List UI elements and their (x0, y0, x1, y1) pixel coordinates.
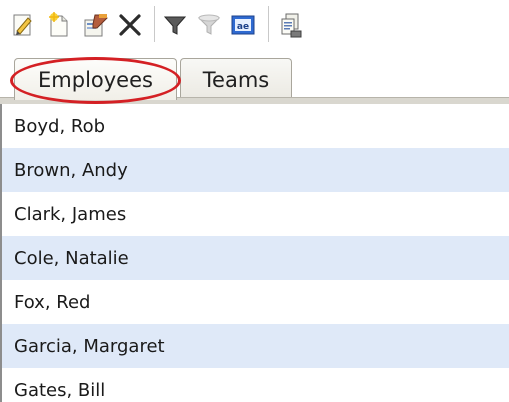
tab-teams[interactable]: Teams (180, 58, 292, 100)
list-item[interactable]: Brown, Andy (2, 148, 509, 192)
svg-text:ae: ae (237, 22, 249, 32)
employee-list: Boyd, Rob Brown, Andy Clark, James Cole,… (0, 104, 509, 402)
list-item[interactable]: Garcia, Margaret (2, 324, 509, 368)
copy-icon[interactable] (276, 10, 306, 40)
new-item-icon[interactable] (44, 10, 74, 40)
toolbar-separator (154, 6, 156, 42)
list-item[interactable]: Clark, James (2, 192, 509, 236)
toolbar: ae (0, 0, 509, 50)
list-item[interactable]: Cole, Natalie (2, 236, 509, 280)
toolbar-separator (268, 6, 270, 42)
filter-icon[interactable] (160, 10, 190, 40)
app-window: ae Employees Teams Boyd, Rob Brown, Andy… (0, 0, 509, 402)
edit-icon[interactable] (8, 10, 38, 40)
properties-icon[interactable] (80, 10, 110, 40)
list-item[interactable]: Boyd, Rob (2, 104, 509, 148)
delete-icon[interactable] (115, 10, 145, 40)
list-item[interactable]: Gates, Bill (2, 368, 509, 402)
text-view-icon[interactable]: ae (228, 10, 258, 40)
clear-filter-icon[interactable] (194, 10, 224, 40)
list-item[interactable]: Fox, Red (2, 280, 509, 324)
tab-employees[interactable]: Employees (14, 58, 177, 100)
